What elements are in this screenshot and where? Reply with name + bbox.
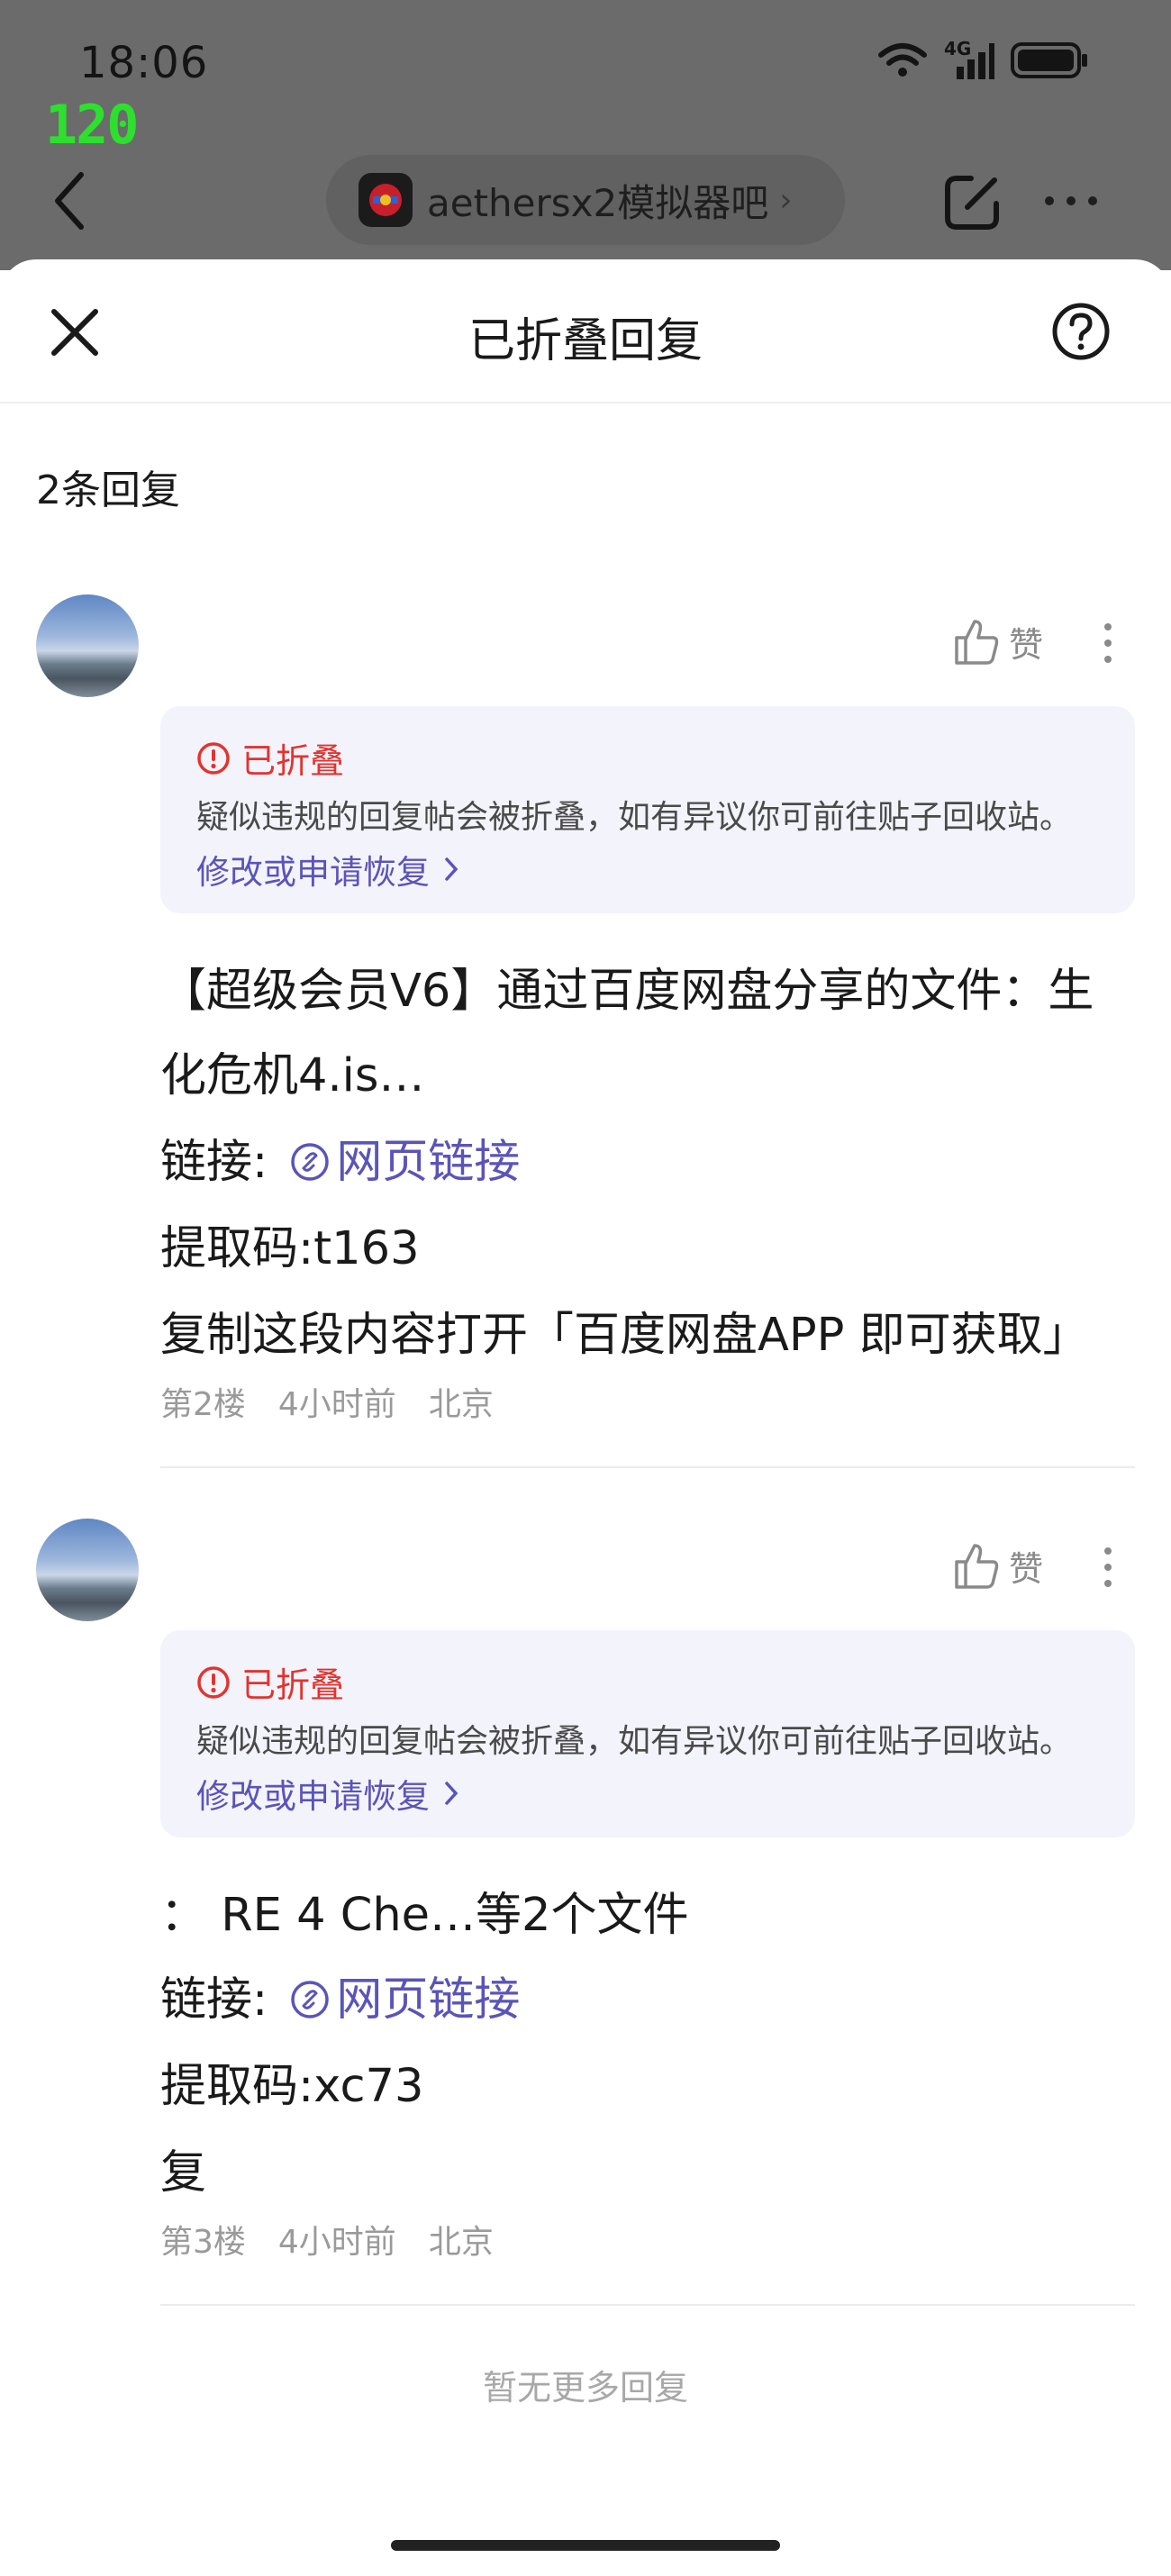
reply-text-line: 化危机4.is… — [160, 1049, 425, 1102]
restore-link-label: 修改或申请恢复 — [196, 1777, 430, 1816]
reply-text-line: 复制这段内容打开「百度网盘APP 即可获取」 — [160, 1309, 1089, 1362]
help-icon[interactable] — [1050, 301, 1112, 362]
thumbs-up-icon — [955, 620, 999, 665]
edit-icon[interactable] — [940, 171, 1003, 234]
folded-notice: 已折叠 疑似违规的回复帖会被折叠，如有异议你可前往贴子回收站。 修改或申请恢复 — [160, 1630, 1135, 1837]
like-label: 赞 — [1009, 624, 1044, 665]
sheet-title: 已折叠回复 — [467, 314, 703, 368]
status-icons: 4G — [877, 38, 1088, 79]
home-indicator[interactable] — [391, 2540, 780, 2551]
cellular-icon: 4G — [944, 38, 994, 79]
status-time: 18:06 — [79, 38, 209, 88]
post-more-icon[interactable] — [1104, 623, 1113, 672]
time-label: 4小时前 — [277, 2224, 396, 2261]
avatar[interactable] — [36, 594, 139, 697]
battery-icon — [1011, 42, 1087, 78]
reply-link-line: 链接: 网页链接 — [160, 1124, 520, 1191]
divider — [160, 2304, 1135, 2306]
web-link[interactable]: 网页链接 — [282, 1973, 520, 2027]
reply-text-line: 【超级会员V6】通过百度网盘分享的文件：生 — [160, 965, 1094, 1018]
notice-head: 已折叠 — [196, 733, 344, 783]
floor-label: 第2楼 — [160, 1386, 246, 1423]
reply-count: 2条回复 — [36, 467, 180, 513]
divider — [160, 1466, 1135, 1468]
chevron-right-icon — [445, 857, 458, 881]
location-label: 北京 — [428, 1386, 494, 1423]
more-icon[interactable] — [1045, 196, 1097, 205]
folded-notice: 已折叠 疑似违规的回复帖会被折叠，如有异议你可前往贴子回收站。 修改或申请恢复 — [160, 706, 1135, 913]
reply-text-line: ： RE 4 Che…等2个文件 — [160, 1889, 689, 1942]
link-prefix: 链接: — [160, 1973, 268, 2027]
notice-title: 已折叠 — [241, 1665, 345, 1705]
reply-link-line: 链接: 网页链接 — [160, 1962, 520, 2028]
no-more-replies: 暂无更多回复 — [482, 2368, 688, 2408]
reply-meta: 第2楼 4小时前 北京 — [160, 1378, 494, 1425]
time-label: 4小时前 — [277, 1386, 396, 1423]
warning-icon — [197, 741, 230, 775]
fps-counter: 120 — [45, 94, 139, 157]
network-type-label: 4G — [944, 38, 972, 59]
restore-link[interactable]: 修改或申请恢复 — [196, 845, 460, 893]
reply-text-line: 复 — [160, 2146, 207, 2200]
thumbs-up-icon — [955, 1544, 999, 1589]
forum-pill[interactable]: aethersx2模拟器吧 › — [326, 155, 845, 245]
sheet-header: 已折叠回复 — [0, 259, 1171, 404]
notice-head: 已折叠 — [196, 1657, 344, 1707]
floor-label: 第3楼 — [160, 2224, 246, 2261]
like-label: 赞 — [1009, 1548, 1044, 1589]
like-button[interactable]: 赞 — [953, 1540, 1043, 1591]
link-icon — [291, 1981, 330, 2018]
chevron-right-icon: › — [779, 181, 793, 219]
notice-text: 疑似违规的回复帖会被折叠，如有异议你可前往贴子回收站。 — [196, 1723, 1073, 1760]
wifi-icon — [878, 43, 927, 77]
forum-name: aethersx2模拟器吧 — [427, 180, 769, 225]
restore-link-label: 修改或申请恢复 — [196, 853, 430, 892]
forum-logo-icon — [359, 173, 413, 227]
restore-link[interactable]: 修改或申请恢复 — [196, 1769, 460, 1818]
location-label: 北京 — [428, 2224, 494, 2261]
web-link[interactable]: 网页链接 — [282, 1136, 520, 1189]
back-icon[interactable] — [47, 169, 92, 232]
like-button[interactable]: 赞 — [953, 616, 1043, 667]
web-link-label: 网页链接 — [336, 1973, 521, 2027]
link-icon — [291, 1143, 330, 1181]
notice-text: 疑似违规的回复帖会被折叠，如有异议你可前往贴子回收站。 — [196, 799, 1073, 836]
extract-code: 提取码:xc73 — [160, 2060, 424, 2113]
post-more-icon[interactable] — [1104, 1547, 1113, 1596]
chevron-right-icon — [445, 1782, 458, 1805]
web-link-label: 网页链接 — [336, 1136, 521, 1189]
extract-code: 提取码:t163 — [160, 1222, 420, 1275]
link-prefix: 链接: — [160, 1136, 268, 1189]
avatar[interactable] — [36, 1519, 139, 1621]
notice-title: 已折叠 — [241, 741, 345, 781]
warning-icon — [197, 1665, 230, 1699]
reply-meta: 第3楼 4小时前 北京 — [160, 2216, 494, 2263]
